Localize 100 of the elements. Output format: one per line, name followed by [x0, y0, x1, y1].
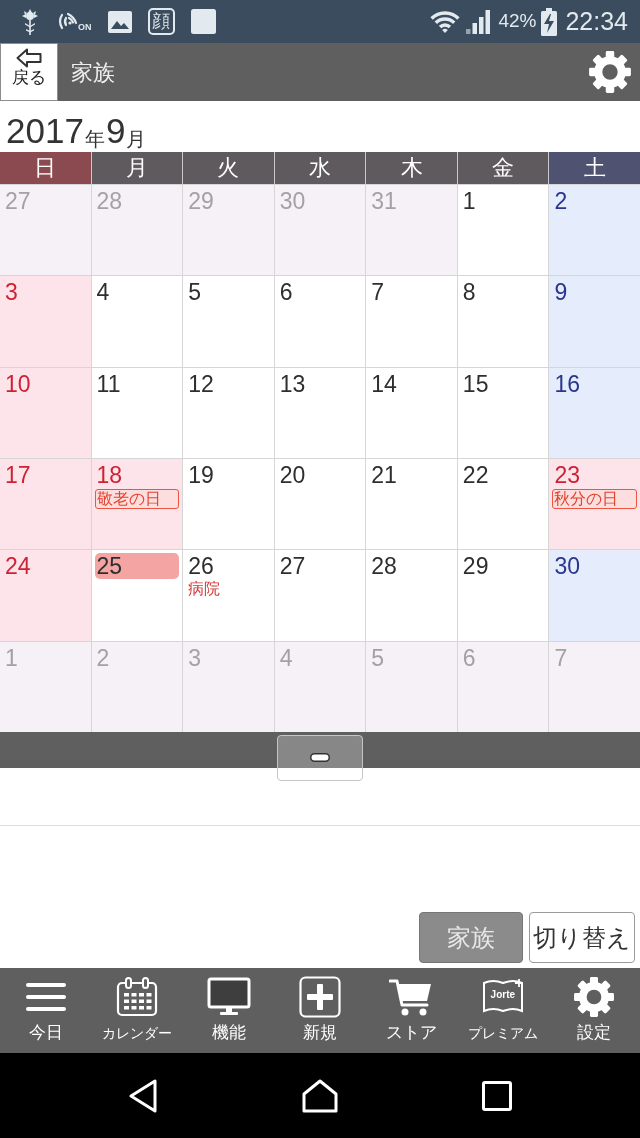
back-nav-icon[interactable]: [128, 1079, 158, 1113]
day-cell[interactable]: 18 敬老の日: [91, 459, 183, 550]
day-number: 2: [95, 644, 111, 671]
toolbar-button[interactable]: 新規: [274, 968, 366, 1053]
day-number: 14: [370, 370, 398, 397]
day-number: 1: [4, 644, 19, 671]
weekday-header: 月: [91, 152, 183, 184]
day-number: 25: [94, 553, 180, 580]
image-icon: [107, 10, 132, 33]
month-number: 9: [105, 111, 126, 151]
recent-apps-icon[interactable]: [482, 1081, 512, 1111]
weekday-header: 土: [549, 152, 640, 184]
day-number: 9: [553, 279, 569, 306]
monitor-icon: [206, 977, 251, 1017]
day-number: 20: [278, 462, 307, 488]
day-number: 19: [187, 462, 215, 488]
holiday-label: 秋分の日: [552, 489, 637, 509]
day-number: 13: [278, 370, 307, 397]
day-number: 27: [278, 553, 307, 580]
day-cell[interactable]: 4: [91, 276, 183, 367]
day-number: 16: [553, 370, 581, 397]
back-button[interactable]: 戻る: [0, 43, 58, 101]
event-text: 病院: [187, 579, 222, 599]
day-cell[interactable]: 21: [366, 459, 457, 550]
day-number: 8: [461, 279, 477, 306]
home-nav-icon[interactable]: [302, 1079, 338, 1113]
weekday-header: 木: [366, 152, 457, 184]
day-cell[interactable]: 19: [183, 459, 274, 550]
day-cell[interactable]: 16: [549, 367, 640, 458]
holiday-label: 敬老の日: [94, 489, 180, 509]
day-number: 22: [461, 462, 490, 488]
day-number: 4: [95, 279, 111, 306]
day-number: 1: [461, 188, 477, 214]
battery-percent: 42%: [498, 9, 537, 34]
day-cell[interactable]: 29: [457, 550, 549, 641]
day-number: 10: [4, 370, 32, 397]
action-button[interactable]: 切り替え: [529, 912, 635, 963]
screen-title: 家族: [71, 58, 115, 87]
day-cell[interactable]: 7: [366, 276, 457, 367]
day-cell[interactable]: 26 病院: [183, 550, 274, 641]
day-number: 6: [278, 279, 294, 306]
nfc-status-label: ON: [78, 22, 92, 32]
day-cell[interactable]: 2: [549, 185, 640, 276]
day-cell[interactable]: 6: [274, 276, 366, 367]
day-number: 30: [553, 553, 581, 580]
day-cell[interactable]: 12: [183, 367, 274, 458]
signal-bars-icon: [466, 9, 491, 34]
day-cell[interactable]: 20: [274, 459, 366, 550]
day-number: 3: [187, 644, 202, 671]
day-cell[interactable]: 1: [457, 185, 549, 276]
toolbar-button[interactable]: ストア: [365, 968, 458, 1053]
weekday-header: 金: [457, 152, 549, 184]
day-cell[interactable]: 3: [0, 276, 91, 367]
day-number: 28: [95, 188, 124, 214]
day-number: 15: [461, 370, 490, 397]
toolbar-button[interactable]: Jorte プレミアム: [457, 968, 549, 1053]
nfc-icon: [56, 11, 78, 32]
day-cell[interactable]: 22: [457, 459, 549, 550]
day-cell[interactable]: 9: [549, 276, 640, 367]
clock-time: 22:34: [565, 5, 628, 37]
day-number: 28: [370, 553, 398, 580]
day-cell[interactable]: 23 秋分の日: [549, 459, 640, 550]
day-cell[interactable]: 25: [91, 550, 183, 641]
day-number: 6: [461, 644, 477, 671]
weekday-header: 水: [274, 152, 366, 184]
day-cell[interactable]: 8: [457, 276, 549, 367]
day-cell[interactable]: 5: [183, 276, 274, 367]
day-cell[interactable]: 10: [0, 367, 91, 458]
day-number: 7: [553, 644, 569, 671]
calendar-icon: [116, 977, 159, 1017]
toolbar-button[interactable]: 今日: [0, 968, 92, 1053]
day-cell[interactable]: 13: [274, 367, 366, 458]
day-cell[interactable]: 27: [274, 550, 366, 641]
collapse-handle[interactable]: [277, 735, 363, 781]
day-cell[interactable]: 30: [549, 550, 640, 641]
day-cell[interactable]: 24: [0, 550, 91, 641]
day-cell[interactable]: 15: [457, 367, 549, 458]
toolbar-button[interactable]: 機能: [182, 968, 275, 1053]
back-arrow-icon: [16, 48, 42, 68]
day-number: 4: [278, 644, 294, 671]
day-number: 29: [461, 553, 490, 580]
weekday-header: 日: [0, 152, 91, 184]
day-number: 3: [4, 279, 19, 306]
day-number: 5: [187, 279, 202, 306]
year-number: 2017: [6, 111, 84, 151]
toolbar-button[interactable]: 設定: [548, 968, 640, 1053]
settings-icon: [573, 976, 616, 1018]
settings-icon[interactable]: [588, 50, 632, 94]
month-unit: 月: [126, 127, 147, 151]
plus-icon: [298, 976, 341, 1018]
day-number: 31: [370, 188, 398, 214]
kanji-notification-icon: 顔: [147, 8, 175, 35]
day-cell[interactable]: 17: [0, 459, 91, 550]
toolbar-button[interactable]: カレンダー: [91, 968, 183, 1053]
ornament-icon: [20, 7, 40, 36]
year-unit: 年: [84, 127, 105, 151]
day-cell[interactable]: 14: [366, 367, 457, 458]
day-cell[interactable]: 11: [91, 367, 183, 458]
battery-charging-icon: [541, 7, 558, 36]
day-cell[interactable]: 28: [366, 550, 457, 641]
